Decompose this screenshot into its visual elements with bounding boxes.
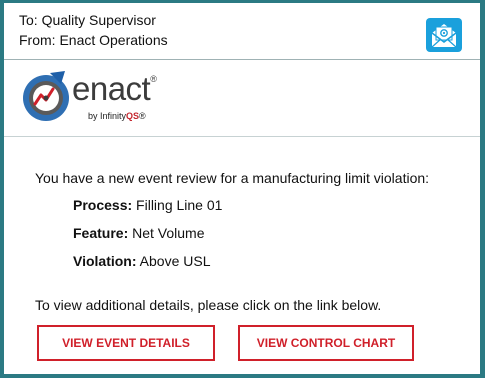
detail-feature: Feature: Net Volume xyxy=(73,225,205,241)
to-line: To: Quality Supervisor xyxy=(19,12,156,28)
email-card: To: Quality Supervisor From: Enact Opera… xyxy=(4,3,480,374)
wordmark-trademark: ® xyxy=(150,74,157,84)
intro-text: You have a new event review for a manufa… xyxy=(35,170,430,186)
byline-reg: ® xyxy=(139,111,146,121)
infinityqs-byline: by InfinityQS® xyxy=(88,111,146,121)
brand-row: enact® by InfinityQS® xyxy=(4,60,480,137)
detail-violation: Violation: Above USL xyxy=(73,253,210,269)
email-header: To: Quality Supervisor From: Enact Opera… xyxy=(4,3,480,60)
wordmark-text: enact xyxy=(72,70,151,107)
from-line: From: Enact Operations xyxy=(19,32,168,48)
detail-process: Process: Filling Line 01 xyxy=(73,197,222,213)
byline-qs: QS xyxy=(126,111,140,121)
open-envelope-icon xyxy=(426,18,462,52)
detail-value: Above USL xyxy=(139,253,211,269)
detail-value: Filling Line 01 xyxy=(136,197,223,213)
view-event-details-button[interactable]: VIEW EVENT DETAILS xyxy=(37,325,215,361)
byline-text: by Infinity xyxy=(88,111,127,121)
detail-label: Feature: xyxy=(73,225,129,241)
enact-wordmark: enact® xyxy=(72,70,157,108)
detail-label: Violation: xyxy=(73,253,137,269)
instruction-text: To view additional details, please click… xyxy=(35,297,382,313)
detail-label: Process: xyxy=(73,197,133,213)
enact-logo-icon xyxy=(23,71,69,121)
detail-value: Net Volume xyxy=(132,225,205,241)
view-control-chart-button[interactable]: VIEW CONTROL CHART xyxy=(238,325,414,361)
